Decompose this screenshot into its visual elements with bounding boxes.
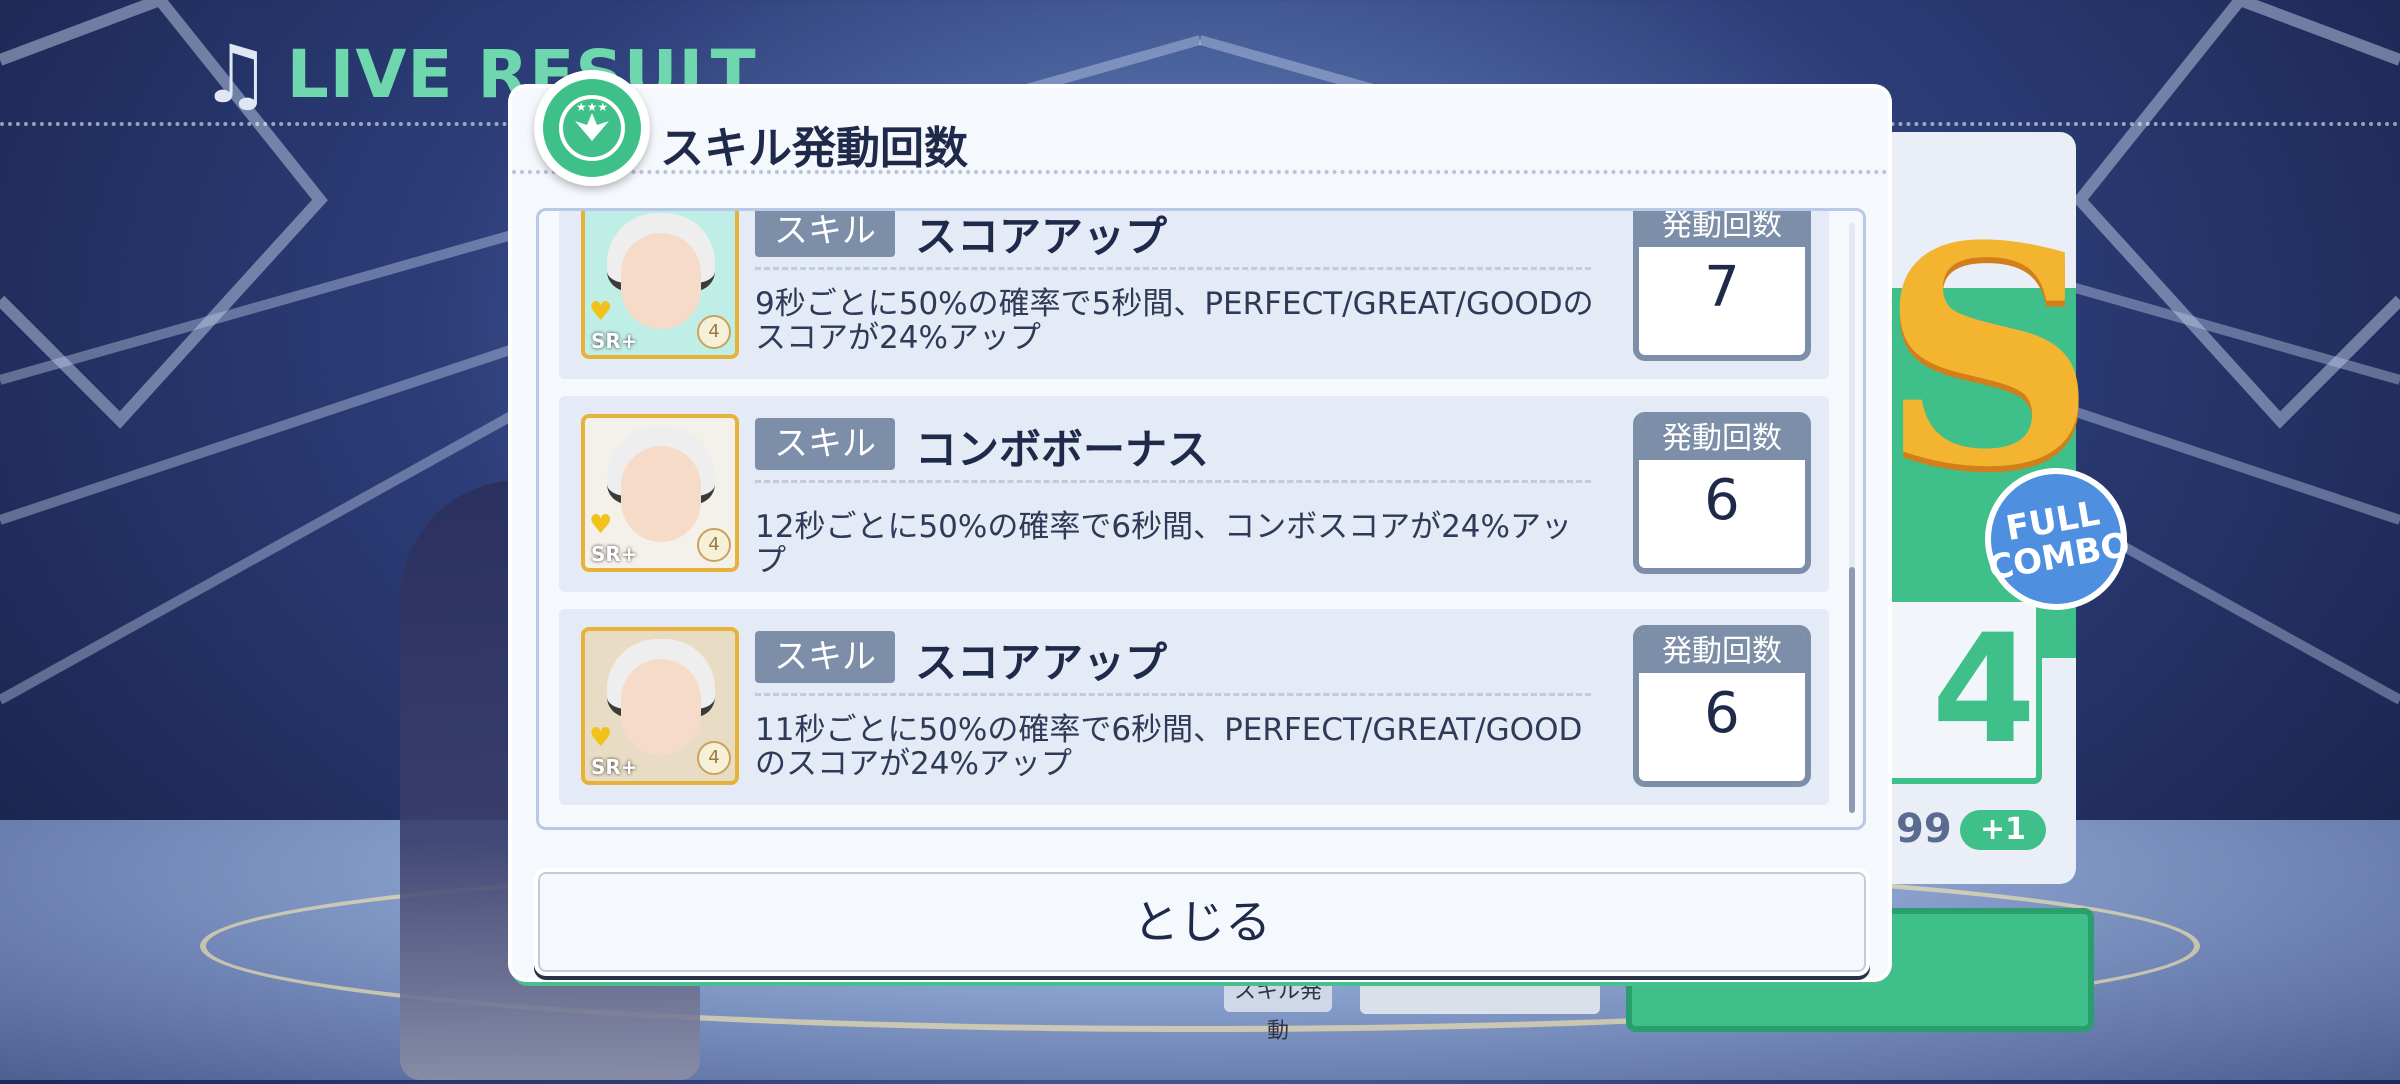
wing-star-icon: ★★★: [543, 79, 641, 177]
close-button[interactable]: とじる: [534, 868, 1870, 976]
rarity-label: SR+: [591, 542, 638, 566]
portrait-face: [621, 659, 701, 755]
skill-name: コンボボーナス: [915, 425, 1210, 474]
skill-row: ♥ SR+ 4 スキル スコアアップ 9秒ごとに50%の確率で5秒間、PERFE…: [559, 211, 1829, 379]
row-divider: [755, 267, 1591, 270]
skill-name: スコアアップ: [915, 212, 1168, 261]
portrait-face: [621, 233, 701, 329]
skill-description: 12秒ごとに50%の確率で6秒間、コンボスコアが24%アップ: [755, 509, 1572, 579]
rarity-label: SR+: [591, 755, 638, 779]
scrollbar-thumb[interactable]: [1849, 567, 1855, 813]
level-badge: 4: [697, 741, 731, 775]
skill-row: ♥ SR+ 4 スキル スコアアップ 11秒ごとに50%の確率で6秒間、PERF…: [559, 609, 1829, 805]
activation-count-label: 発動回数: [1639, 418, 1805, 460]
combo-count-box: 4: [1880, 596, 2042, 784]
activation-count-value: 6: [1704, 681, 1740, 746]
dialog-header: スキル発動回数: [512, 88, 1888, 174]
activation-count-value: 6: [1704, 468, 1740, 533]
skill-list[interactable]: ♥ SR+ 4 スキル スコアアップ 9秒ごとに50%の確率で5秒間、PERFE…: [536, 208, 1866, 830]
rarity-label: SR+: [591, 329, 638, 353]
emblem-graphic: ★★★: [559, 95, 625, 161]
skill-tag: スキル: [755, 211, 895, 257]
music-note-icon: ♫: [200, 28, 273, 121]
skill-tag: スキル: [755, 631, 895, 683]
heart-icon: ♥: [589, 510, 613, 540]
skill-description: 11秒ごとに50%の確率で6秒間、PERFECT/GREAT/GOODのスコアが…: [755, 712, 1583, 782]
activation-count-box: 発動回数 6: [1633, 625, 1811, 787]
activation-count-label: 発動回数: [1639, 211, 1805, 247]
dialog-title: スキル発動回数: [660, 123, 968, 174]
activation-count-label: 発動回数: [1639, 631, 1805, 673]
skill-tag: スキル: [755, 418, 895, 470]
heart-icon: ♥: [589, 723, 613, 753]
skill-activation-dialog: スキル発動回数 ♥ SR+ 4 スキル スコアアップ 9秒ごとに50%の確率で5…: [512, 88, 1888, 978]
skill-name: スコアアップ: [915, 638, 1168, 687]
portrait-face: [621, 446, 701, 542]
activation-count-box: 発動回数 7: [1633, 211, 1811, 361]
svg-text:★★★: ★★★: [576, 100, 608, 114]
card-portrait: ♥ SR+ 4: [581, 414, 739, 572]
card-portrait: ♥ SR+ 4: [581, 211, 739, 359]
activation-count-value: 7: [1704, 255, 1740, 320]
score-tail: 99: [1896, 806, 1952, 852]
skill-row: ♥ SR+ 4 スキル コンボボーナス 12秒ごとに50%の確率で6秒間、コンボ…: [559, 396, 1829, 592]
row-divider: [755, 693, 1591, 696]
row-divider: [755, 480, 1591, 483]
activation-count-box: 発動回数 6: [1633, 412, 1811, 574]
level-badge: 4: [697, 528, 731, 562]
plus-badge: +1: [1960, 810, 2046, 850]
card-portrait: ♥ SR+ 4: [581, 627, 739, 785]
skill-emblem: ★★★: [534, 70, 650, 186]
heart-icon: ♥: [589, 297, 613, 327]
level-badge: 4: [697, 315, 731, 349]
skill-description: 9秒ごとに50%の確率で5秒間、PERFECT/GREAT/GOODのスコアが2…: [755, 286, 1594, 356]
